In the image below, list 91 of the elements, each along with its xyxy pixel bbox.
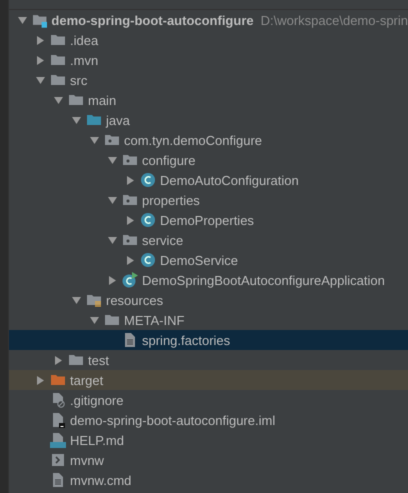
- folder-icon: [104, 312, 120, 328]
- expand-arrow-icon[interactable]: [108, 236, 117, 244]
- tree-row[interactable]: spring.factories: [9, 330, 408, 350]
- file-name: mvnw: [70, 452, 104, 468]
- file-name: META-INF: [124, 312, 184, 328]
- package-folder-icon: [122, 152, 138, 168]
- module-folder-icon: [32, 12, 48, 28]
- file-name: DemoProperties: [160, 212, 254, 228]
- ignore-file-icon: [50, 392, 66, 408]
- file-name: main: [88, 92, 116, 108]
- folder-icon: [50, 72, 66, 88]
- text-file-icon: [122, 332, 138, 348]
- expand-arrow-icon[interactable]: [108, 156, 117, 164]
- folder-icon: [68, 352, 84, 368]
- expand-arrow-icon[interactable]: [72, 116, 81, 124]
- collapse-arrow-icon[interactable]: [126, 256, 135, 264]
- file-name: mvnw.cmd: [70, 472, 132, 488]
- file-name: service: [142, 232, 184, 248]
- file-name: test: [88, 352, 109, 368]
- tree-row[interactable]: configure: [9, 150, 408, 170]
- file-name: demo-spring-boot-autoconfigure.iml: [70, 412, 276, 428]
- file-name: resources: [106, 292, 164, 308]
- collapse-arrow-icon[interactable]: [126, 176, 135, 184]
- expand-arrow-icon[interactable]: [36, 76, 45, 84]
- expand-arrow-icon[interactable]: [108, 196, 117, 204]
- text-file-icon: [50, 472, 66, 488]
- file-name: DemoService: [160, 252, 238, 268]
- file-name: configure: [142, 152, 196, 168]
- file-name: demo-spring-boot-autoconfigure: [51, 12, 254, 28]
- resources-folder-icon: [86, 292, 102, 308]
- expand-arrow-icon[interactable]: [54, 96, 63, 104]
- tree-row[interactable]: mvnw.cmd: [9, 470, 408, 490]
- class-icon: [140, 252, 156, 268]
- tree-row[interactable]: DemoService: [9, 250, 408, 270]
- runnable-class-icon: [122, 272, 138, 288]
- expand-arrow-icon[interactable]: [90, 316, 99, 324]
- tree-row[interactable]: src: [9, 70, 408, 90]
- tree-row[interactable]: DemoProperties: [9, 210, 408, 230]
- file-name: properties: [142, 192, 200, 208]
- class-icon: [140, 212, 156, 228]
- package-folder-icon: [122, 232, 138, 248]
- file-name: target: [70, 372, 104, 388]
- tree-row[interactable]: target: [9, 370, 408, 390]
- tree-row[interactable]: .gitignore: [9, 390, 408, 410]
- collapse-arrow-icon[interactable]: [36, 36, 45, 44]
- package-folder-icon: [122, 192, 138, 208]
- expand-arrow-icon[interactable]: [18, 16, 27, 24]
- tree-row[interactable]: META-INF: [9, 310, 408, 330]
- tree-row[interactable]: resources: [9, 290, 408, 310]
- file-path: D:\workspace\demo-sprin: [260, 12, 408, 28]
- tree-row[interactable]: demo-spring-boot-autoconfigure.iml: [9, 410, 408, 430]
- tree-row[interactable]: DemoAutoConfiguration: [9, 170, 408, 190]
- collapse-arrow-icon[interactable]: [126, 216, 135, 224]
- tree-row[interactable]: HELP.md: [9, 430, 408, 450]
- tree-row[interactable]: properties: [9, 190, 408, 210]
- folder-icon: [68, 92, 84, 108]
- expand-arrow-icon[interactable]: [72, 296, 81, 304]
- file-name: DemoSpringBootAutoconfigureApplication: [142, 272, 385, 288]
- tree-row[interactable]: java: [9, 110, 408, 130]
- terminal-file-icon: [50, 452, 66, 468]
- tree-row[interactable]: .idea: [9, 30, 408, 50]
- package-folder-icon: [104, 132, 120, 148]
- collapse-arrow-icon[interactable]: [54, 356, 63, 364]
- tree-row[interactable]: service: [9, 230, 408, 250]
- file-name: java: [106, 112, 130, 128]
- tree-row[interactable]: test: [9, 350, 408, 370]
- tree-row[interactable]: com.tyn.demoConfigure: [9, 130, 408, 150]
- file-name: com.tyn.demoConfigure: [124, 132, 262, 148]
- file-name: DemoAutoConfiguration: [160, 172, 299, 188]
- class-icon: [140, 172, 156, 188]
- tree-row[interactable]: mvnw: [9, 450, 408, 470]
- tree-row[interactable]: .mvn: [9, 50, 408, 70]
- tree-row[interactable]: main: [9, 90, 408, 110]
- file-name: .gitignore: [70, 392, 124, 408]
- expand-arrow-icon[interactable]: [90, 136, 99, 144]
- file-name: src: [70, 72, 88, 88]
- folder-icon: [50, 32, 66, 48]
- tree-row[interactable]: DemoSpringBootAutoconfigureApplication: [9, 270, 408, 290]
- collapse-arrow-icon[interactable]: [108, 276, 117, 284]
- file-name: spring.factories: [142, 332, 230, 348]
- collapse-arrow-icon[interactable]: [36, 56, 45, 64]
- module-file-icon: [50, 412, 66, 428]
- folder-icon: [50, 372, 66, 388]
- file-name: .idea: [70, 32, 98, 48]
- file-name: .mvn: [70, 52, 98, 68]
- collapse-arrow-icon[interactable]: [36, 376, 45, 384]
- file-name: HELP.md: [70, 432, 124, 448]
- folder-icon: [50, 52, 66, 68]
- markdown-file-icon: [50, 432, 66, 448]
- folder-icon: [86, 112, 102, 128]
- tree-row[interactable]: demo-spring-boot-autoconfigure D:\workspace\demo-sprin: [9, 10, 408, 30]
